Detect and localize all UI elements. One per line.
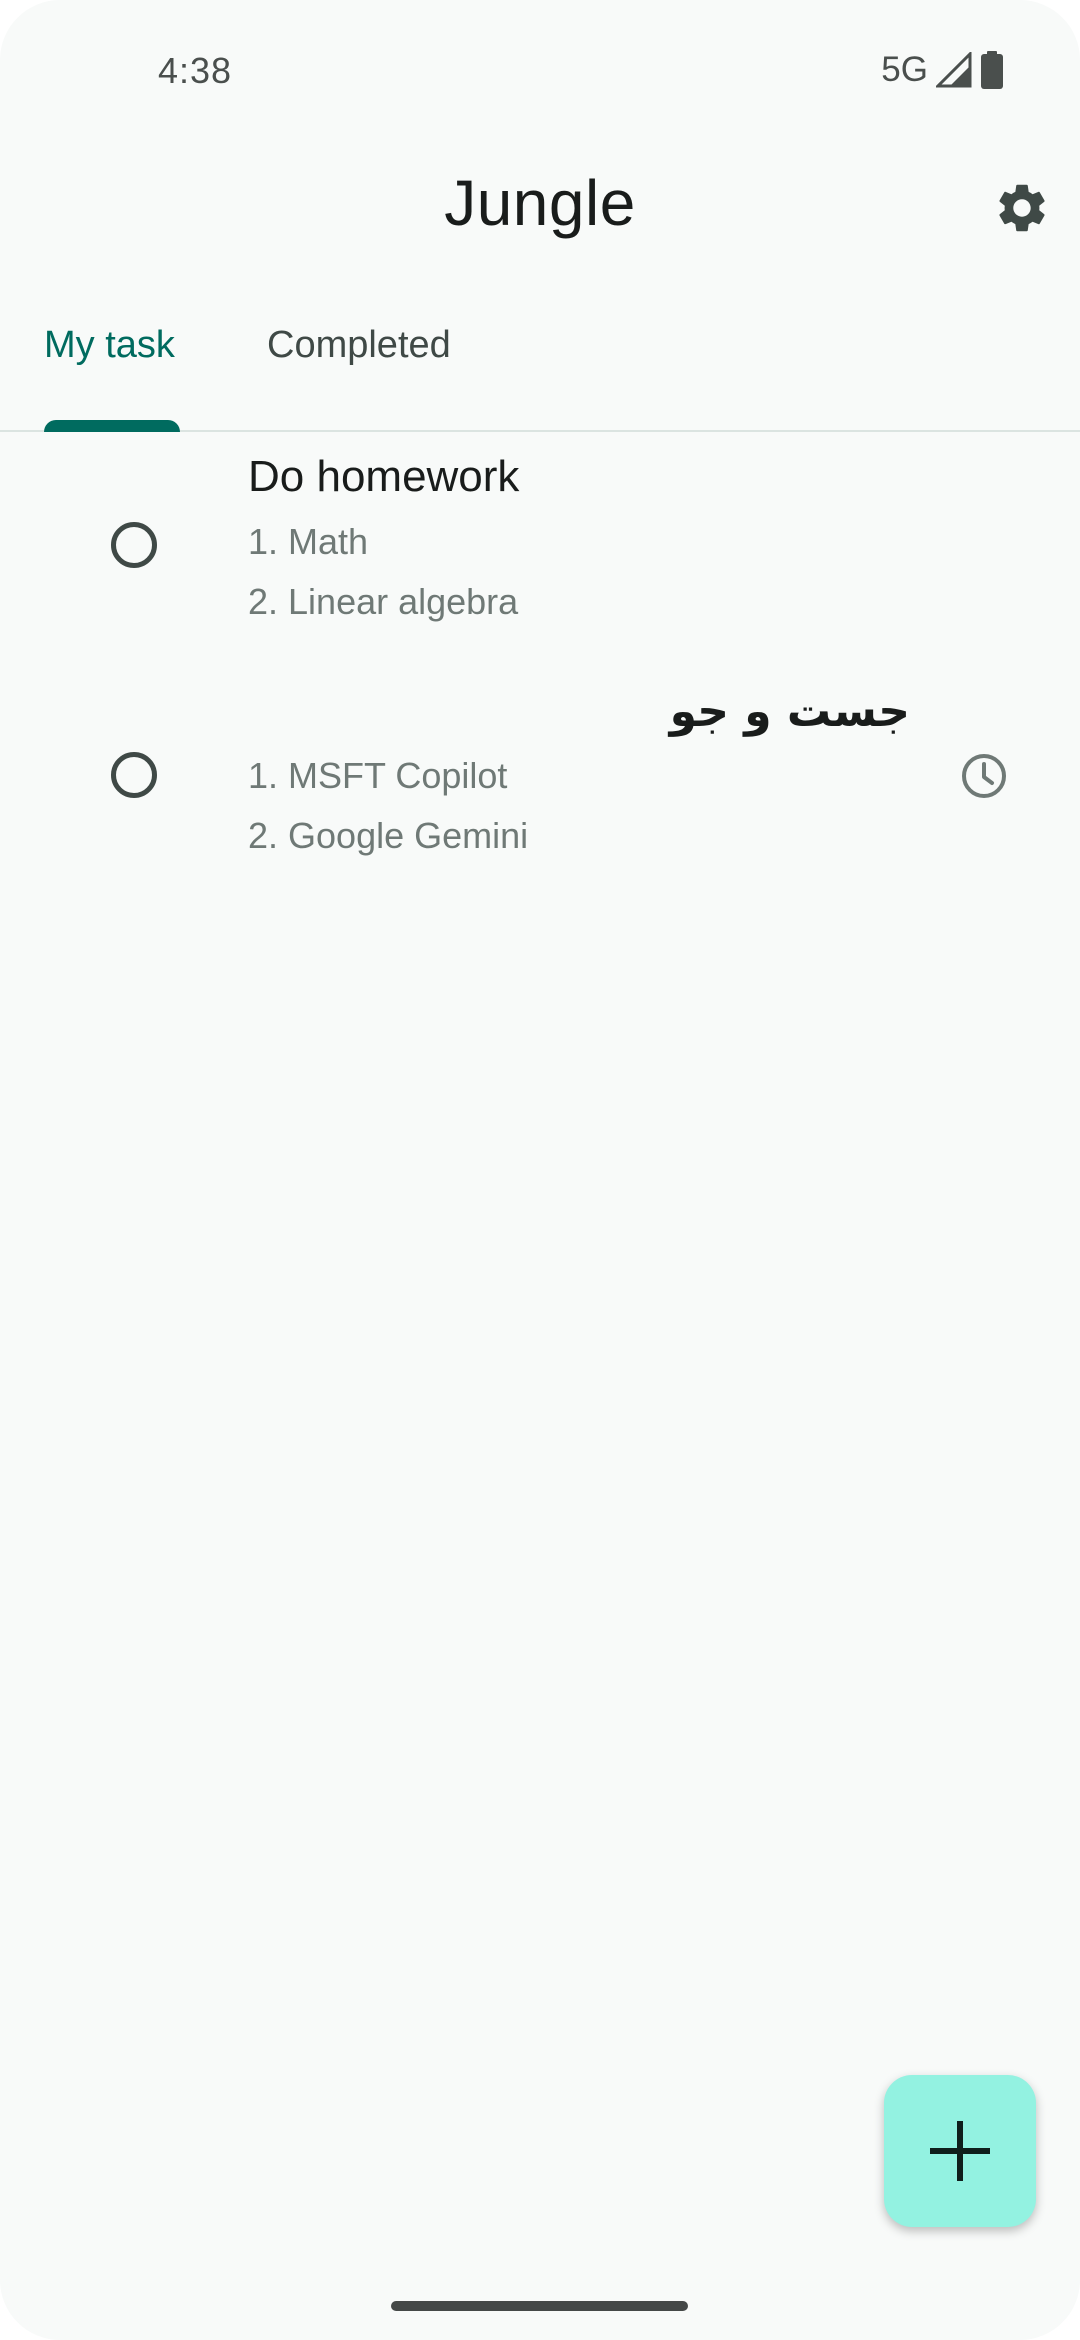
top-app-bar: Jungle: [0, 140, 1080, 270]
tab-my-task[interactable]: My task: [44, 324, 175, 367]
gear-icon: [999, 184, 1045, 232]
battery-full-icon: [981, 51, 1003, 89]
settings-button[interactable]: [990, 176, 1054, 240]
gesture-navigation-bar[interactable]: [391, 2301, 688, 2311]
task-title: Do homework: [248, 452, 520, 501]
status-time: 4:38: [158, 50, 233, 91]
clock-icon: [962, 754, 1006, 798]
task-title: جست و جو: [669, 686, 910, 737]
app-screen: 4:38 5G Jungle My task Completed Do home…: [0, 0, 1080, 2340]
task-detail-line: 1. MSFT Copilot: [248, 755, 508, 796]
network-type: 5G: [881, 50, 928, 89]
tab-bar: My task Completed: [0, 290, 1080, 432]
status-bar: 4:38 5G: [0, 0, 1080, 140]
task-item[interactable]: جست و جو 1. MSFT Copilot 2. Google Gemin…: [0, 680, 1080, 890]
task-detail-line: 1. Math: [248, 521, 369, 562]
task-complete-checkbox[interactable]: [111, 752, 157, 798]
task-detail-line: 2. Linear algebra: [248, 581, 519, 622]
task-details: 1. MSFT Copilot 2. Google Gemini: [248, 746, 528, 866]
tab-completed[interactable]: Completed: [267, 324, 451, 367]
status-indicators: 5G: [881, 50, 1004, 90]
add-task-button[interactable]: [884, 2075, 1036, 2227]
plus-icon: [930, 2121, 990, 2181]
tab-indicator: [44, 420, 180, 432]
task-detail-line: 2. Google Gemini: [248, 815, 529, 856]
app-title: Jungle: [444, 167, 636, 239]
task-details: 1. Math 2. Linear algebra: [248, 512, 518, 632]
task-complete-checkbox[interactable]: [111, 522, 157, 568]
task-item[interactable]: Do homework 1. Math 2. Linear algebra: [0, 440, 1080, 650]
cellular-signal-icon: [936, 52, 972, 88]
